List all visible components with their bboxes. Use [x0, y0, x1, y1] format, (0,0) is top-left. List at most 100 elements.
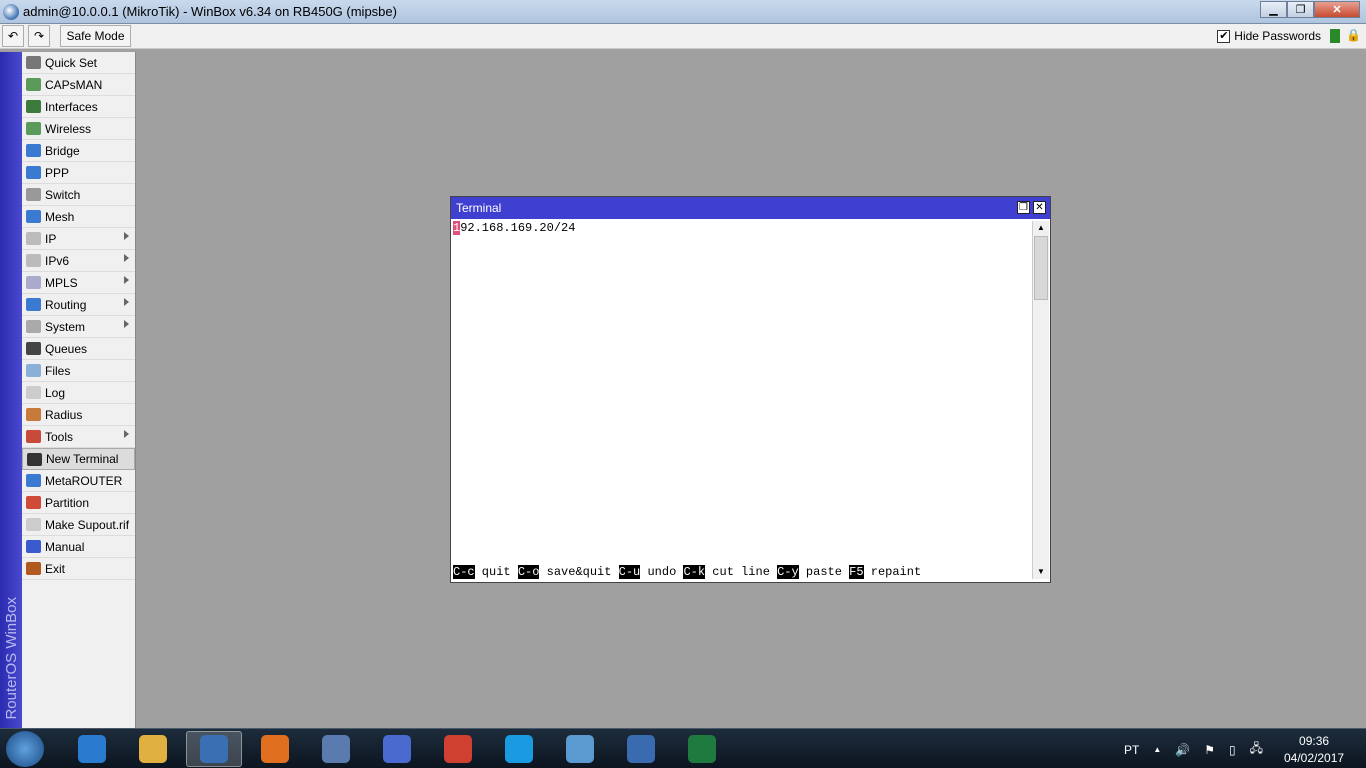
menu-item-capsman[interactable]: CAPsMAN: [22, 74, 135, 96]
menu-item-label: Mesh: [45, 209, 75, 224]
menu-item-label: CAPsMAN: [45, 77, 103, 92]
taskbar-winbox[interactable]: [186, 731, 242, 767]
capsman-icon: [26, 78, 41, 91]
tools-icon: [26, 430, 41, 443]
taskbar-thunderbird[interactable]: [308, 731, 364, 767]
menu-item-mesh[interactable]: Mesh: [22, 206, 135, 228]
menu-item-radius[interactable]: Radius: [22, 404, 135, 426]
interfaces-icon: [26, 100, 41, 113]
show-hidden-icons-icon[interactable]: ▲: [1153, 745, 1161, 754]
menu-item-files[interactable]: Files: [22, 360, 135, 382]
menu-item-wireless[interactable]: Wireless: [22, 118, 135, 140]
maximize-button[interactable]: ❐: [1287, 1, 1314, 18]
make-supout-rif-icon: [26, 518, 41, 531]
battery-icon[interactable]: ▯: [1229, 743, 1236, 757]
menu-item-interfaces[interactable]: Interfaces: [22, 96, 135, 118]
menu-item-mpls[interactable]: MPLS: [22, 272, 135, 294]
volume-icon[interactable]: 🔊: [1175, 743, 1190, 757]
wireless-icon: [26, 122, 41, 135]
submenu-arrow-icon: [124, 320, 129, 328]
menu-item-quick-set[interactable]: Quick Set: [22, 52, 135, 74]
media-player-icon: [261, 735, 289, 763]
clock[interactable]: 09:36 04/02/2017: [1284, 733, 1344, 767]
menu-item-label: MPLS: [45, 275, 78, 290]
menu-item-ppp[interactable]: PPP: [22, 162, 135, 184]
terminal-close-button[interactable]: ✕: [1033, 201, 1046, 214]
menu-item-manual[interactable]: Manual: [22, 536, 135, 558]
menu-item-label: Manual: [45, 539, 85, 554]
terminal-content[interactable]: 192.168.169.20/24 C-c quit C-o save&quit…: [453, 221, 1031, 581]
taskbar-network-tool[interactable]: [369, 731, 425, 767]
start-button[interactable]: [6, 731, 44, 767]
menu-item-queues[interactable]: Queues: [22, 338, 135, 360]
scroll-thumb[interactable]: [1034, 236, 1048, 300]
menu-item-tools[interactable]: Tools: [22, 426, 135, 448]
taskbar-skype[interactable]: [491, 731, 547, 767]
excel-icon: [688, 735, 716, 763]
hide-passwords-label: Hide Passwords: [1234, 29, 1321, 43]
menu-item-label: Routing: [45, 297, 87, 312]
taskbar-media-player[interactable]: [247, 731, 303, 767]
menu-item-label: IP: [45, 231, 57, 246]
menu-item-metarouter[interactable]: MetaROUTER: [22, 470, 135, 492]
terminal-title-bar[interactable]: Terminal ❐ ✕: [451, 197, 1050, 219]
menu-item-label: Quick Set: [45, 55, 98, 70]
taskbar-internet-explorer[interactable]: [64, 731, 120, 767]
menu-item-label: Bridge: [45, 143, 80, 158]
key-hint-key: C-k: [683, 565, 706, 579]
menu-item-bridge[interactable]: Bridge: [22, 140, 135, 162]
taskbar-chrome[interactable]: [430, 731, 486, 767]
menu-item-partition[interactable]: Partition: [22, 492, 135, 514]
winbox-logo-icon: [3, 3, 19, 20]
taskbar-file-explorer[interactable]: [125, 731, 181, 767]
terminal-text: 92.168.169.20/24: [460, 221, 576, 235]
menu-item-ipv6[interactable]: IPv6: [22, 250, 135, 272]
undo-button[interactable]: ↶: [2, 25, 24, 47]
key-hint-label: repaint: [863, 565, 922, 579]
language-indicator[interactable]: PT: [1124, 743, 1139, 757]
menu-item-label: PPP: [45, 165, 70, 180]
lock-icon: 🔒: [1346, 28, 1361, 42]
key-hint-label: quit: [474, 565, 518, 579]
taskbar-remote-desktop[interactable]: [552, 731, 608, 767]
key-hint-key: C-y: [777, 565, 799, 579]
menu-item-system[interactable]: System: [22, 316, 135, 338]
quick-set-icon: [26, 56, 41, 69]
network-icon[interactable]: 🖧: [1250, 739, 1263, 760]
submenu-arrow-icon: [124, 254, 129, 262]
chrome-icon: [444, 735, 472, 763]
hide-passwords-checkbox[interactable]: ✔ Hide Passwords: [1217, 29, 1321, 43]
menu-item-exit[interactable]: Exit: [22, 558, 135, 580]
menu-item-make-supout-rif[interactable]: Make Supout.rif: [22, 514, 135, 536]
taskbar-google-earth[interactable]: [613, 731, 669, 767]
key-hint-key: C-c: [453, 565, 475, 579]
brand-strip: RouterOS WinBox: [0, 52, 22, 728]
menu-item-new-terminal[interactable]: New Terminal: [22, 448, 135, 470]
checkbox-icon[interactable]: ✔: [1217, 29, 1231, 43]
scroll-up-icon[interactable]: ▲: [1033, 221, 1049, 235]
menu-item-switch[interactable]: Switch: [22, 184, 135, 206]
action-center-flag-icon[interactable]: ⚑: [1204, 743, 1215, 757]
queues-icon: [26, 342, 41, 355]
redo-button[interactable]: ↷: [28, 25, 50, 47]
key-hint-key: F5: [849, 565, 864, 579]
google-earth-icon: [627, 735, 655, 763]
manual-icon: [26, 540, 41, 553]
menu-item-ip[interactable]: IP: [22, 228, 135, 250]
menu-item-log[interactable]: Log: [22, 382, 135, 404]
menu-item-label: Make Supout.rif: [45, 517, 130, 532]
title-bar: admin@10.0.0.1 (MikroTik) - WinBox v6.34…: [0, 0, 1366, 24]
terminal-scrollbar[interactable]: ▲ ▼: [1032, 221, 1049, 579]
scroll-down-icon[interactable]: ▼: [1033, 565, 1049, 579]
menu-item-label: Radius: [45, 407, 83, 422]
terminal-restore-button[interactable]: ❐: [1017, 201, 1030, 214]
new-terminal-icon: [27, 452, 42, 466]
minimize-button[interactable]: ▁: [1260, 1, 1287, 18]
close-button[interactable]: ✕: [1314, 1, 1360, 18]
clock-date: 04/02/2017: [1284, 751, 1345, 765]
safe-mode-button[interactable]: Safe Mode: [60, 25, 131, 47]
skype-icon: [505, 735, 533, 763]
taskbar-excel[interactable]: [674, 731, 730, 767]
terminal-window: Terminal ❐ ✕ 192.168.169.20/24 C-c quit …: [450, 196, 1051, 583]
menu-item-routing[interactable]: Routing: [22, 294, 135, 316]
